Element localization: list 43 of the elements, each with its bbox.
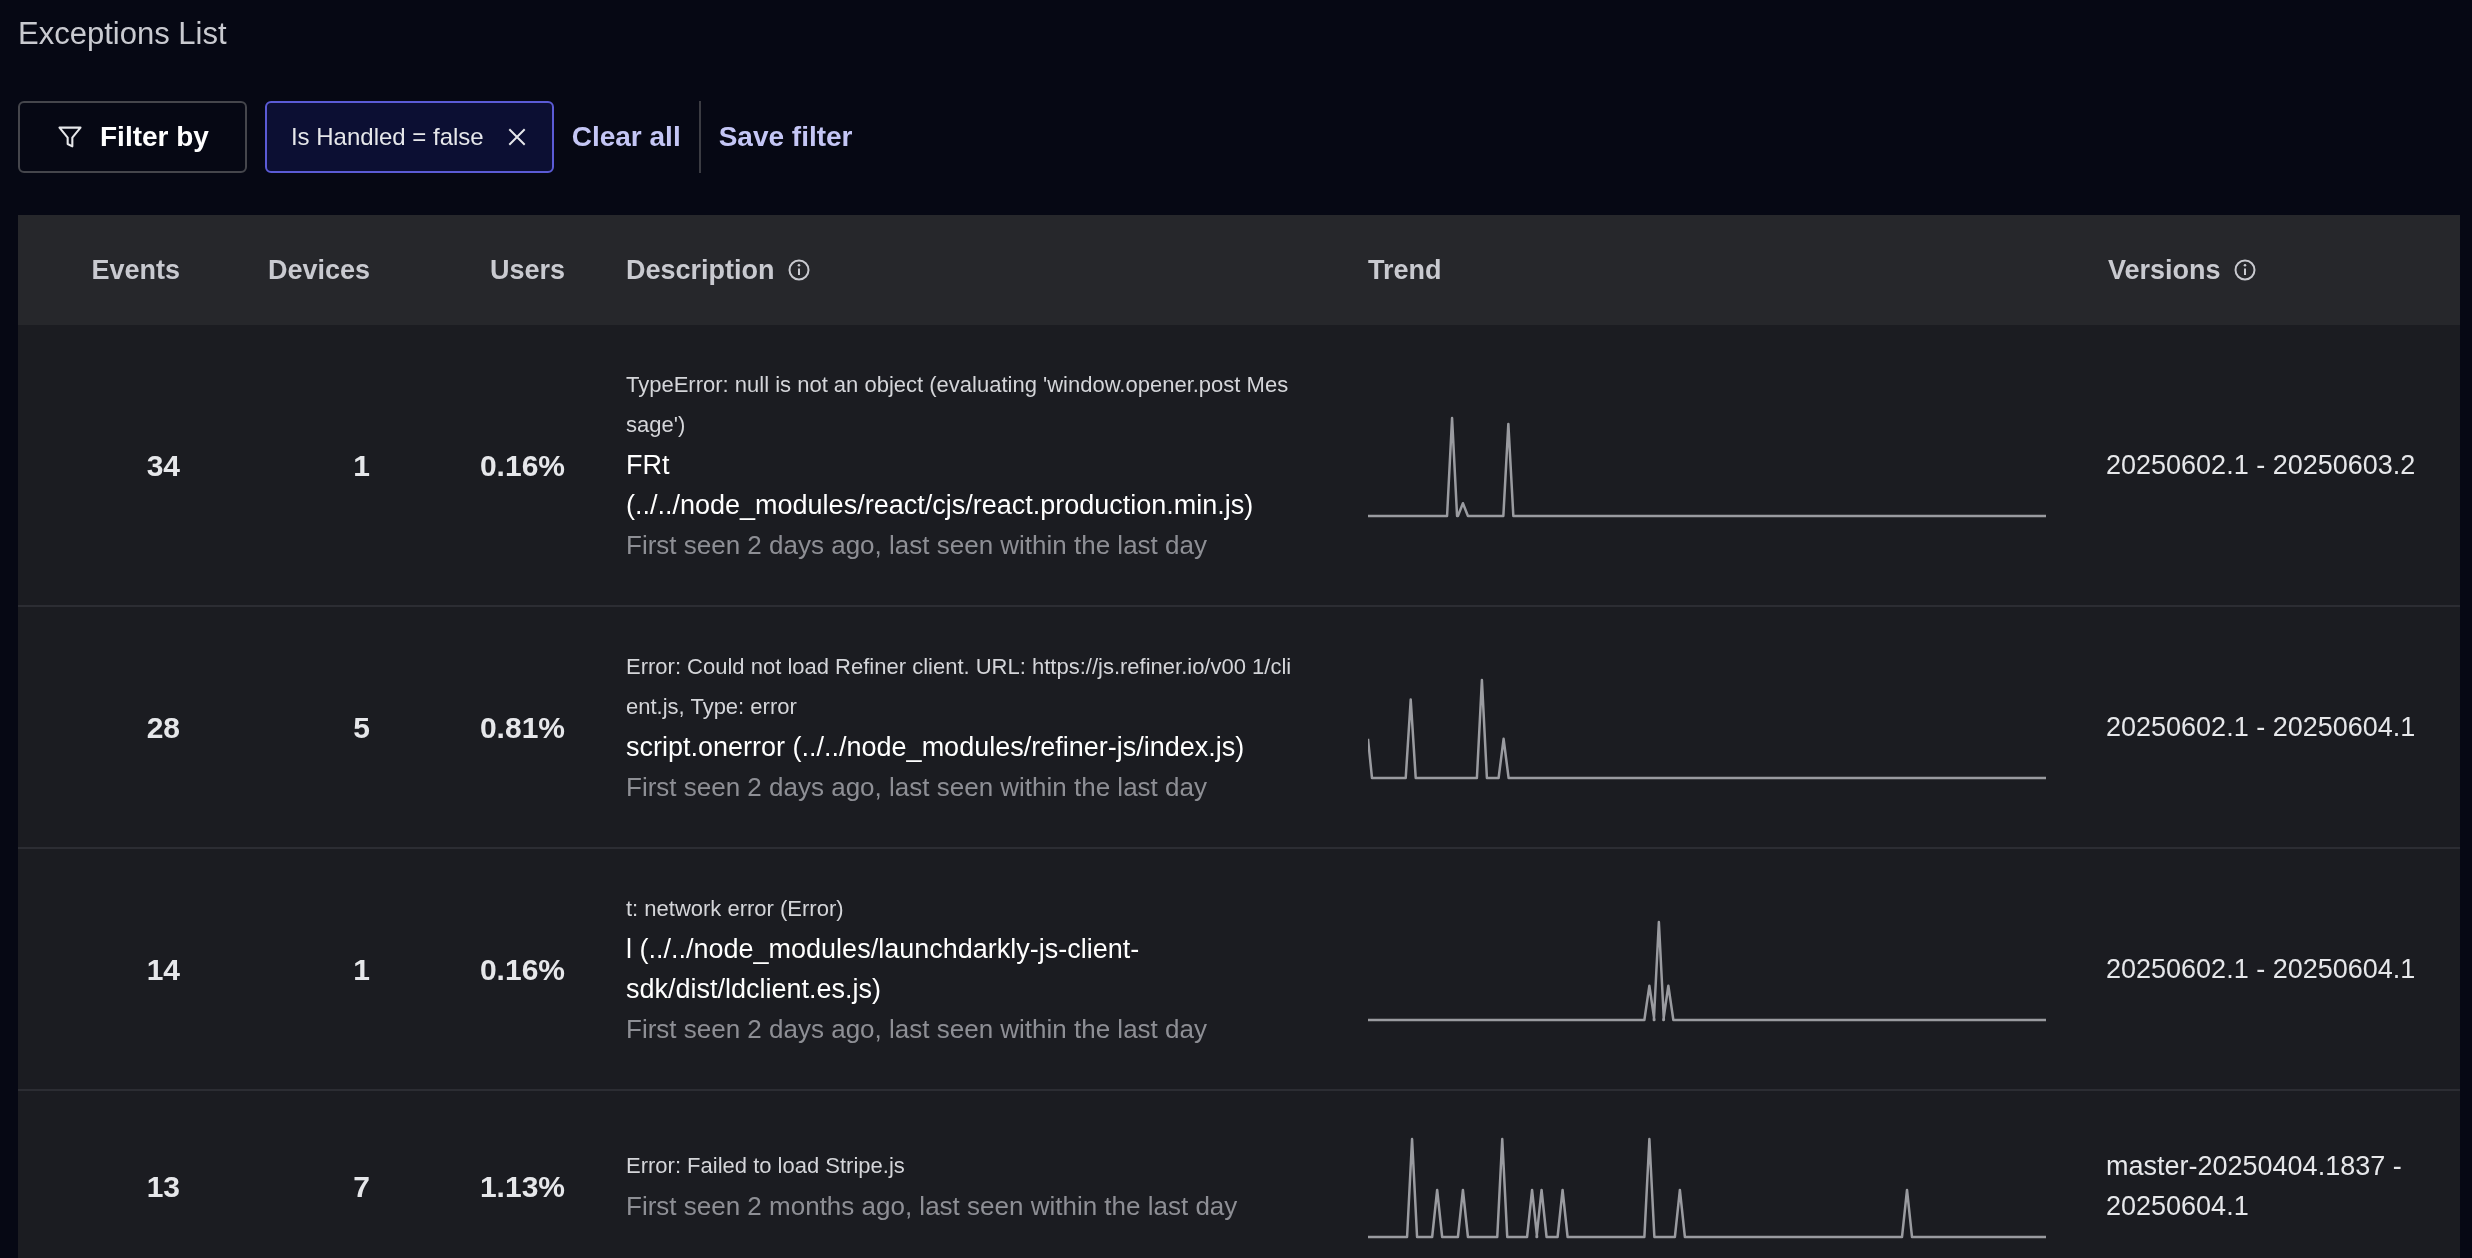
info-icon[interactable] [786,258,811,282]
filter-chip[interactable]: Is Handled = false [264,101,554,173]
exception-row[interactable]: 13 7 1.13% Error: Failed to load Stripe.js First seen 2 months ago, last seen within the last day master-20250404.1837 - 20250604.1 [18,1091,2460,1258]
error-source: FRt (../../node_modules/react/cjs/react.production.min.js) [626,449,1255,522]
versions-range: 20250602.1 - 20250604.1 [2106,712,2416,742]
users-percentage: 0.81% [479,709,565,746]
seen-info: First seen 2 days ago, last seen within the last day [626,771,1208,804]
error-message: Error: Could not load Refiner client. URL: https://js.refiner.io/v00 1/client.js, Type: error [626,653,1293,721]
clear-all-link[interactable]: Clear all [571,116,681,158]
error-message: TypeError: null is not an object (evaluating 'window.opener.post Message') [626,371,1290,439]
column-header[interactable]: Versions [2108,249,2221,291]
devices-count: 1 [353,951,370,988]
events-count: 14 [146,951,180,988]
column-header[interactable]: Devices [267,249,370,291]
error-message: t: network error (Error) [626,895,845,923]
info-icon[interactable] [2232,258,2257,282]
error-source: l (../../node_modules/launchdarkly-js-client-sdk/dist/ldclient.es.js) [626,933,1141,1006]
versions-range: 20250602.1 - 20250604.1 [2106,954,2416,984]
seen-info: First seen 2 days ago, last seen within the last day [626,529,1208,562]
users-percentage: 0.16% [479,447,565,484]
seen-info: First seen 2 months ago, last seen within the last day [626,1190,1239,1223]
column-header[interactable]: Users [489,249,565,291]
versions-range: master-20250404.1837 - 20250604.1 [2106,1151,2402,1221]
events-count: 13 [146,1168,180,1205]
devices-count: 1 [353,447,370,484]
exception-row[interactable]: 14 1 0.16% t: network error (Error) l (../../node_modules/launchdarkly-js-client-sdk/dist/ldclient.es.js) First seen 2 days ago, last seen within the last day 20250602.1 - 20250604.1 [18,849,2460,1091]
page-title: Exceptions List [18,15,228,53]
devices-count: 7 [353,1168,370,1205]
error-message: Error: Failed to load Stripe.js [626,1152,906,1180]
save-filter-link[interactable]: Save filter [718,116,853,158]
column-header[interactable]: Events [91,249,180,291]
column-header[interactable]: Description [626,249,775,291]
versions-range: 20250602.1 - 20250603.2 [2106,450,2416,480]
seen-info: First seen 2 days ago, last seen within the last day [626,1013,1208,1046]
events-count: 28 [146,709,180,746]
users-percentage: 1.13% [479,1168,565,1205]
events-count: 34 [146,447,180,484]
devices-count: 5 [353,709,370,746]
filter-chip-label: Is Handled = false [290,122,484,152]
filter-by-button[interactable]: Filter by [18,101,247,173]
error-source: script.onerror (../../node_modules/refiner-js/index.js) [626,731,1246,764]
column-header[interactable]: Trend [1368,249,1442,291]
users-percentage: 0.16% [479,951,565,988]
